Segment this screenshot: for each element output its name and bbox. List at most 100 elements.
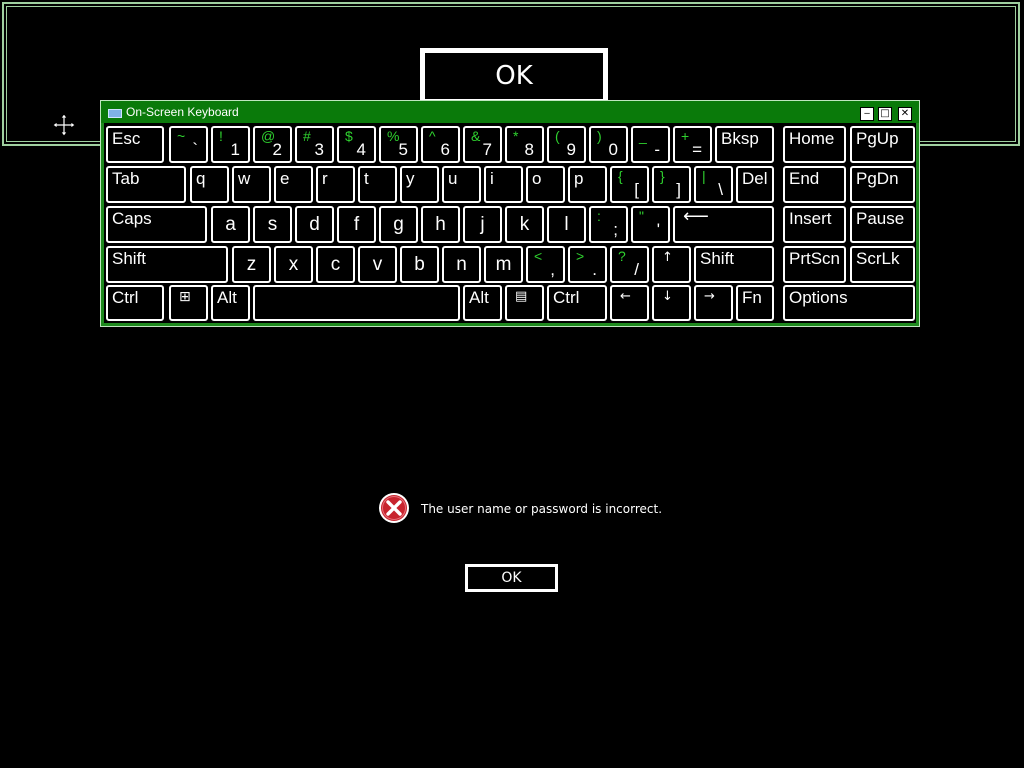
key-down-arrow[interactable]: ↓ (652, 285, 691, 321)
key-o[interactable]: o (526, 166, 565, 203)
key-6[interactable]: ^ 6 (421, 126, 460, 163)
key-label: w (238, 169, 251, 188)
key-g[interactable]: g (379, 206, 418, 243)
key-left-arrow[interactable]: ← (610, 285, 649, 321)
key-a[interactable]: a (211, 206, 250, 243)
maximize-button[interactable]: □ (878, 107, 892, 121)
key-label: End (789, 169, 820, 188)
key-shift-label: < (534, 248, 543, 264)
key-4[interactable]: $4 (337, 126, 376, 163)
key-menu[interactable]: ▤ (505, 285, 544, 321)
key-v[interactable]: v (358, 246, 397, 283)
key-j[interactable]: j (463, 206, 502, 243)
key-pause[interactable]: Pause (850, 206, 915, 243)
key-right-shift[interactable]: Shift (694, 246, 774, 283)
right-arrow-icon: → (704, 289, 715, 304)
key-equals[interactable]: + = (673, 126, 712, 163)
key-fn[interactable]: Fn (736, 285, 774, 321)
key-b[interactable]: b (400, 246, 439, 283)
key-delete[interactable]: Del (736, 166, 774, 203)
key-right-bracket[interactable]: }] (652, 166, 691, 203)
key-char-label: = (692, 140, 702, 159)
key-char-label: . (592, 260, 597, 279)
key-insert[interactable]: Insert (783, 206, 846, 243)
key-8[interactable]: * 8 (505, 126, 544, 163)
key-s[interactable]: s (253, 206, 292, 243)
key-k[interactable]: k (505, 206, 544, 243)
key-backspace[interactable]: Bksp (715, 126, 774, 163)
key-9[interactable]: (9 (547, 126, 586, 163)
key-shift-label: ? (618, 248, 626, 264)
key-label: a (225, 214, 236, 235)
key-end[interactable]: End (783, 166, 846, 203)
key-i[interactable]: i (484, 166, 523, 203)
key-left-alt[interactable]: Alt (211, 285, 250, 321)
key-grave[interactable]: ~ ` (169, 126, 208, 163)
key-options[interactable]: Options (783, 285, 915, 321)
osk-title-bar[interactable]: On-Screen Keyboard ‒ □ ✕ (101, 101, 919, 123)
key-semicolon[interactable]: :; (589, 206, 628, 243)
key-u[interactable]: u (442, 166, 481, 203)
key-d[interactable]: d (295, 206, 334, 243)
key-p[interactable]: p (568, 166, 607, 203)
key-t[interactable]: t (358, 166, 397, 203)
key-x[interactable]: x (274, 246, 313, 283)
close-button[interactable]: ✕ (898, 107, 912, 121)
key-left-ctrl[interactable]: Ctrl (106, 285, 164, 321)
key-w[interactable]: w (232, 166, 271, 203)
key-1[interactable]: ! 1 (211, 126, 250, 163)
key-up[interactable]: ↑ (652, 246, 691, 283)
key-home[interactable]: Home (783, 126, 846, 163)
background-ok-button[interactable]: OK (420, 48, 608, 104)
key-f[interactable]: f (337, 206, 376, 243)
key-left-bracket[interactable]: {[ (610, 166, 649, 203)
key-char-label: 2 (272, 140, 282, 159)
key-n[interactable]: n (442, 246, 481, 283)
key-pgdn[interactable]: PgDn (850, 166, 915, 203)
key-enter[interactable]: ⟵ (673, 206, 774, 243)
key-backslash[interactable]: | \ (694, 166, 733, 203)
key-prtscn[interactable]: PrtScn (783, 246, 846, 283)
key-left-shift[interactable]: Shift (106, 246, 228, 283)
key-label: x (288, 254, 299, 275)
key-label: Esc (112, 129, 141, 148)
error-message: The user name or password is incorrect. (421, 502, 663, 516)
key-right-alt[interactable]: Alt (463, 285, 502, 321)
key-esc[interactable]: Esc (106, 126, 164, 163)
key-7[interactable]: & 7 (463, 126, 502, 163)
key-m[interactable]: m (484, 246, 523, 283)
key-r[interactable]: r (316, 166, 355, 203)
osk-key-area: Esc ~ ` ! 1 @2 #3 $4 % 5 ^ 6 & 7 * 8 (9 ) 0 _ - … (104, 123, 916, 323)
key-3[interactable]: #3 (295, 126, 334, 163)
key-slash[interactable]: ? / (610, 246, 649, 283)
key-h[interactable]: h (421, 206, 460, 243)
key-shift-label: # (303, 128, 311, 144)
key-scrlk[interactable]: ScrLk (850, 246, 915, 283)
key-2[interactable]: @2 (253, 126, 292, 163)
key-space[interactable] (253, 285, 460, 321)
key-c[interactable]: c (316, 246, 355, 283)
key-char-label: 7 (482, 140, 492, 159)
key-comma[interactable]: <, (526, 246, 565, 283)
key-tab[interactable]: Tab (106, 166, 186, 203)
osk-title: On-Screen Keyboard (126, 105, 239, 119)
minimize-button[interactable]: ‒ (860, 107, 874, 121)
key-caps[interactable]: Caps (106, 206, 207, 243)
key-label: k (519, 214, 530, 235)
key-minus[interactable]: _ - (631, 126, 670, 163)
key-5[interactable]: % 5 (379, 126, 418, 163)
key-l[interactable]: l (547, 206, 586, 243)
key-windows[interactable]: ⊞ (169, 285, 208, 321)
key-period[interactable]: >. (568, 246, 607, 283)
key-right-ctrl[interactable]: Ctrl (547, 285, 607, 321)
key-y[interactable]: y (400, 166, 439, 203)
key-pgup[interactable]: PgUp (850, 126, 915, 163)
key-z[interactable]: z (232, 246, 271, 283)
key-q[interactable]: q (190, 166, 229, 203)
key-quote[interactable]: " ' (631, 206, 670, 243)
key-0[interactable]: ) 0 (589, 126, 628, 163)
key-right-arrow[interactable]: → (694, 285, 733, 321)
key-e[interactable]: e (274, 166, 313, 203)
error-ok-button[interactable]: OK (465, 564, 558, 592)
key-shift-label: " (639, 208, 644, 224)
